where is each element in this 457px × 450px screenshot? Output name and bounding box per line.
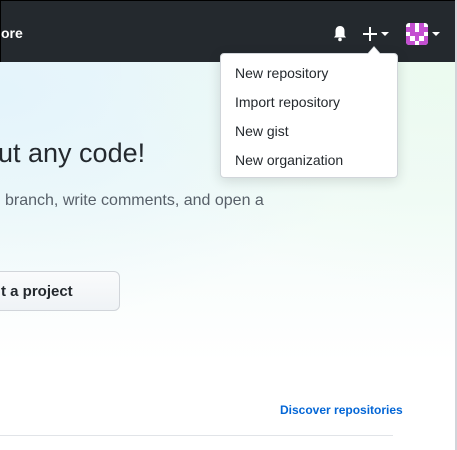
bell-icon[interactable] xyxy=(332,25,348,43)
start-project-button[interactable]: t a project xyxy=(0,271,120,311)
menu-item-new-repository[interactable]: New repository xyxy=(235,65,328,81)
avatar xyxy=(406,23,428,45)
hero-headline: ut any code! xyxy=(0,138,146,168)
discover-repositories-link[interactable]: Discover repositories xyxy=(280,403,403,417)
create-new-menu: New repository Import repository New gis… xyxy=(220,46,398,178)
nav-explore-link[interactable]: ore xyxy=(1,25,23,41)
chevron-down-icon xyxy=(432,32,440,36)
menu-item-new-gist[interactable]: New gist xyxy=(235,123,289,139)
menu-item-import-repository[interactable]: Import repository xyxy=(235,94,340,110)
menu-item-new-organization[interactable]: New organization xyxy=(235,152,343,168)
user-menu-button[interactable] xyxy=(406,22,442,46)
chevron-down-icon xyxy=(381,32,389,36)
hero-subtext: branch, write comments, and open a xyxy=(5,192,264,209)
divider xyxy=(0,435,393,436)
create-new-dropdown-button[interactable] xyxy=(363,21,393,47)
plus-icon xyxy=(363,27,377,41)
